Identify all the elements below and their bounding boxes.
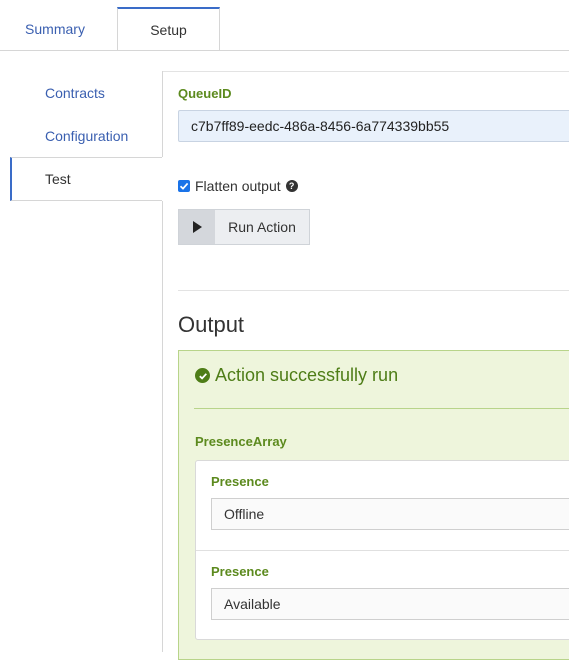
tab-baseline (0, 50, 569, 51)
panel-divider (194, 408, 569, 409)
content-left-border-lower (162, 201, 163, 652)
side-item-contracts[interactable]: Contracts (10, 71, 162, 115)
presence-label-2: Presence (211, 564, 269, 579)
presence-array-list: Presence Offline Presence Available (195, 460, 569, 640)
presence-array-label: PresenceArray (195, 434, 287, 449)
queue-id-input[interactable]: c7b7ff89-eedc-486a-8456-6a774339bb55 (178, 110, 569, 142)
check-circle-icon (195, 368, 210, 383)
side-item-configuration[interactable]: Configuration (10, 114, 162, 158)
result-panel: Action successfully run PresenceArray Pr… (178, 350, 569, 660)
presence-field-1[interactable]: Offline (211, 498, 569, 530)
run-action-button[interactable]: Run Action (178, 209, 310, 245)
help-icon[interactable]: ? (285, 180, 298, 192)
checkmark-icon (179, 182, 189, 190)
run-action-label: Run Action (228, 219, 296, 235)
list-separator (196, 550, 569, 551)
content-left-border (162, 71, 163, 157)
flatten-output-label: Flatten output (195, 178, 281, 194)
success-message: Action successfully run (195, 365, 398, 386)
content-top-border (162, 71, 569, 72)
queue-id-label: QueueID (178, 86, 232, 101)
tab-summary[interactable]: Summary (0, 8, 110, 50)
play-icon (179, 210, 215, 244)
presence-label-1: Presence (211, 474, 269, 489)
success-text: Action successfully run (215, 365, 399, 385)
flatten-output-option: Flatten output ? (178, 178, 298, 194)
top-tab-bar: Summary Setup (0, 0, 569, 51)
tab-setup[interactable]: Setup (117, 7, 220, 51)
presence-field-2[interactable]: Available (211, 588, 569, 620)
output-heading: Output (178, 312, 245, 337)
flatten-output-checkbox[interactable] (178, 180, 190, 192)
side-item-test[interactable]: Test (10, 157, 162, 201)
section-divider (178, 290, 569, 291)
